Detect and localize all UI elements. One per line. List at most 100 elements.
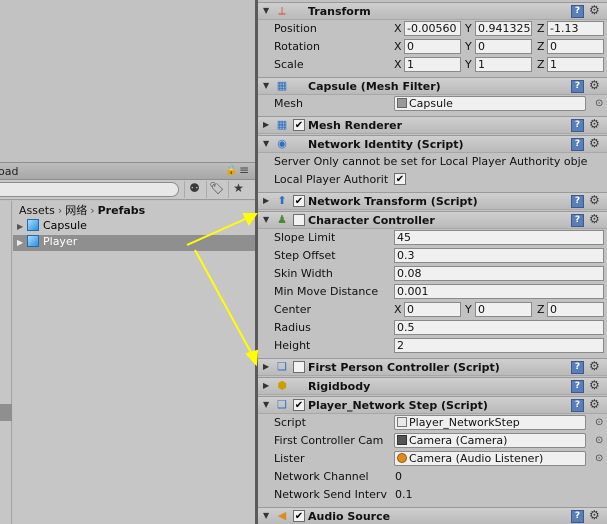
file-item-capsule[interactable]: ▶ Capsule <box>13 219 255 235</box>
gear-icon[interactable]: ⚙ <box>589 378 600 392</box>
gear-icon[interactable]: ⚙ <box>589 397 600 411</box>
scale-z-field[interactable]: 1 <box>547 57 604 72</box>
axis-y-label[interactable]: Y <box>465 303 472 316</box>
folder-tree-selected-row[interactable] <box>0 404 12 421</box>
axis-z-label[interactable]: Z <box>537 40 545 53</box>
first-person-controller-enabled-checkbox[interactable] <box>293 361 305 373</box>
transform-header[interactable]: ▼ ⟂ Transform ? ⚙ <box>258 2 607 20</box>
gear-icon[interactable]: ⚙ <box>589 117 600 131</box>
step-offset-field[interactable]: 0.3 <box>394 248 604 263</box>
fold-open-icon[interactable]: ▼ <box>263 81 269 90</box>
file-item-player[interactable]: ▶ Player <box>13 235 255 251</box>
help-book-icon[interactable]: ? <box>571 380 584 393</box>
height-field[interactable]: 2 <box>394 338 604 353</box>
player-network-step-enabled-checkbox[interactable]: ✔ <box>293 399 305 411</box>
help-book-icon[interactable]: ? <box>571 119 584 132</box>
axis-z-label[interactable]: Z <box>537 58 545 71</box>
breadcrumb-network[interactable]: 网络 <box>65 204 87 217</box>
project-tab-label[interactable]: oad <box>0 165 18 178</box>
project-search-input[interactable] <box>0 182 179 197</box>
position-x-field[interactable]: -0.00560 <box>404 21 461 36</box>
fold-open-icon[interactable]: ▼ <box>263 139 269 148</box>
slope-limit-field[interactable]: 45 <box>394 230 604 245</box>
gear-icon[interactable]: ⚙ <box>589 212 600 226</box>
min-move-distance-field[interactable]: 0.001 <box>394 284 604 299</box>
gear-icon[interactable]: ⚙ <box>589 3 600 17</box>
gear-icon[interactable]: ⚙ <box>589 136 600 150</box>
help-book-icon[interactable]: ? <box>571 195 584 208</box>
axis-x-label[interactable]: X <box>394 303 402 316</box>
position-z-field[interactable]: -1.13 <box>547 21 604 36</box>
mesh-object-field[interactable]: Capsule <box>394 96 586 111</box>
fold-open-icon[interactable]: ▼ <box>263 6 269 15</box>
axis-x-label[interactable]: X <box>394 58 402 71</box>
character-controller-enabled-checkbox[interactable] <box>293 214 305 226</box>
help-book-icon[interactable]: ? <box>571 214 584 227</box>
network-channel-value[interactable]: 0 <box>395 470 402 483</box>
rotation-y-field[interactable]: 0 <box>475 39 532 54</box>
scale-y-field[interactable]: 1 <box>475 57 532 72</box>
menu-icon[interactable]: ≡ <box>239 163 249 177</box>
axis-y-label[interactable]: Y <box>465 40 472 53</box>
breadcrumb-assets[interactable]: Assets <box>19 204 55 217</box>
rotation-x-field[interactable]: 0 <box>404 39 461 54</box>
network-transform-enabled-checkbox[interactable]: ✔ <box>293 195 305 207</box>
breadcrumb-prefabs[interactable]: Prefabs <box>98 204 146 217</box>
object-picker-icon[interactable]: ⊙ <box>595 435 603 446</box>
mesh-renderer-header[interactable]: ▶ ▦ ✔ Mesh Renderer ? ⚙ <box>258 116 607 134</box>
fold-open-icon[interactable]: ▼ <box>263 511 269 520</box>
fold-closed-icon[interactable]: ▶ <box>263 362 269 371</box>
object-picker-icon[interactable]: ⊙ <box>595 98 603 109</box>
help-book-icon[interactable]: ? <box>571 5 584 18</box>
expand-arrow-icon[interactable]: ▶ <box>17 238 27 247</box>
help-book-icon[interactable]: ? <box>571 510 584 523</box>
axis-z-label[interactable]: Z <box>537 22 545 35</box>
fold-closed-icon[interactable]: ▶ <box>263 120 269 129</box>
favorite-star-icon[interactable]: ★ <box>228 181 248 198</box>
axis-x-label[interactable]: X <box>394 40 402 53</box>
audio-source-enabled-checkbox[interactable]: ✔ <box>293 510 305 522</box>
audio-source-header[interactable]: ▼ ◀ ✔ Audio Source ? ⚙ <box>258 507 607 524</box>
fold-closed-icon[interactable]: ▶ <box>263 381 269 390</box>
first-controller-cam-field[interactable]: Camera (Camera) <box>394 433 586 448</box>
lock-icon[interactable]: 🔒 <box>225 165 237 176</box>
help-book-icon[interactable]: ? <box>571 138 584 151</box>
fold-open-icon[interactable]: ▼ <box>263 400 269 409</box>
fold-open-icon[interactable]: ▼ <box>263 215 269 224</box>
filter-by-type-icon[interactable]: ⚉ <box>184 181 204 198</box>
rotation-z-field[interactable]: 0 <box>547 39 604 54</box>
fold-closed-icon[interactable]: ▶ <box>263 196 269 205</box>
axis-y-label[interactable]: Y <box>465 22 472 35</box>
character-controller-header[interactable]: ▼ ♟ Character Controller ? ⚙ <box>258 211 607 229</box>
script-object-field[interactable]: Player_NetworkStep <box>394 415 586 430</box>
object-picker-icon[interactable]: ⊙ <box>595 453 603 464</box>
object-picker-icon[interactable]: ⊙ <box>595 417 603 428</box>
filter-by-label-icon[interactable]: 🏷 <box>206 181 226 198</box>
rigidbody-header[interactable]: ▶ ⬢ Rigidbody ? ⚙ <box>258 377 607 395</box>
player-network-step-header[interactable]: ▼ ❏ ✔ Player_Network Step (Script) ? ⚙ <box>258 396 607 414</box>
network-transform-header[interactable]: ▶ ⬆ ✔ Network Transform (Script) ? ⚙ <box>258 192 607 210</box>
center-x-field[interactable]: 0 <box>404 302 461 317</box>
help-book-icon[interactable]: ? <box>571 399 584 412</box>
network-identity-header[interactable]: ▼ ◉ Network Identity (Script) ? ⚙ <box>258 135 607 153</box>
gear-icon[interactable]: ⚙ <box>589 193 600 207</box>
local-player-authority-checkbox[interactable]: ✔ <box>394 173 406 185</box>
gear-icon[interactable]: ⚙ <box>589 78 600 92</box>
first-person-controller-header[interactable]: ▶ ❏ First Person Controller (Script) ? ⚙ <box>258 358 607 376</box>
center-y-field[interactable]: 0 <box>475 302 532 317</box>
help-book-icon[interactable]: ? <box>571 361 584 374</box>
gear-icon[interactable]: ⚙ <box>589 508 600 522</box>
gear-icon[interactable]: ⚙ <box>589 359 600 373</box>
position-y-field[interactable]: 0.941325 <box>475 21 532 36</box>
radius-field[interactable]: 0.5 <box>394 320 604 335</box>
axis-y-label[interactable]: Y <box>465 58 472 71</box>
center-z-field[interactable]: 0 <box>547 302 604 317</box>
network-send-interval-value[interactable]: 0.1 <box>395 488 413 501</box>
expand-arrow-icon[interactable]: ▶ <box>17 222 27 231</box>
axis-z-label[interactable]: Z <box>537 303 545 316</box>
help-book-icon[interactable]: ? <box>571 80 584 93</box>
skin-width-field[interactable]: 0.08 <box>394 266 604 281</box>
lister-field[interactable]: Camera (Audio Listener) <box>394 451 586 466</box>
mesh-filter-header[interactable]: ▼ ▦ Capsule (Mesh Filter) ? ⚙ <box>258 77 607 95</box>
mesh-renderer-enabled-checkbox[interactable]: ✔ <box>293 119 305 131</box>
